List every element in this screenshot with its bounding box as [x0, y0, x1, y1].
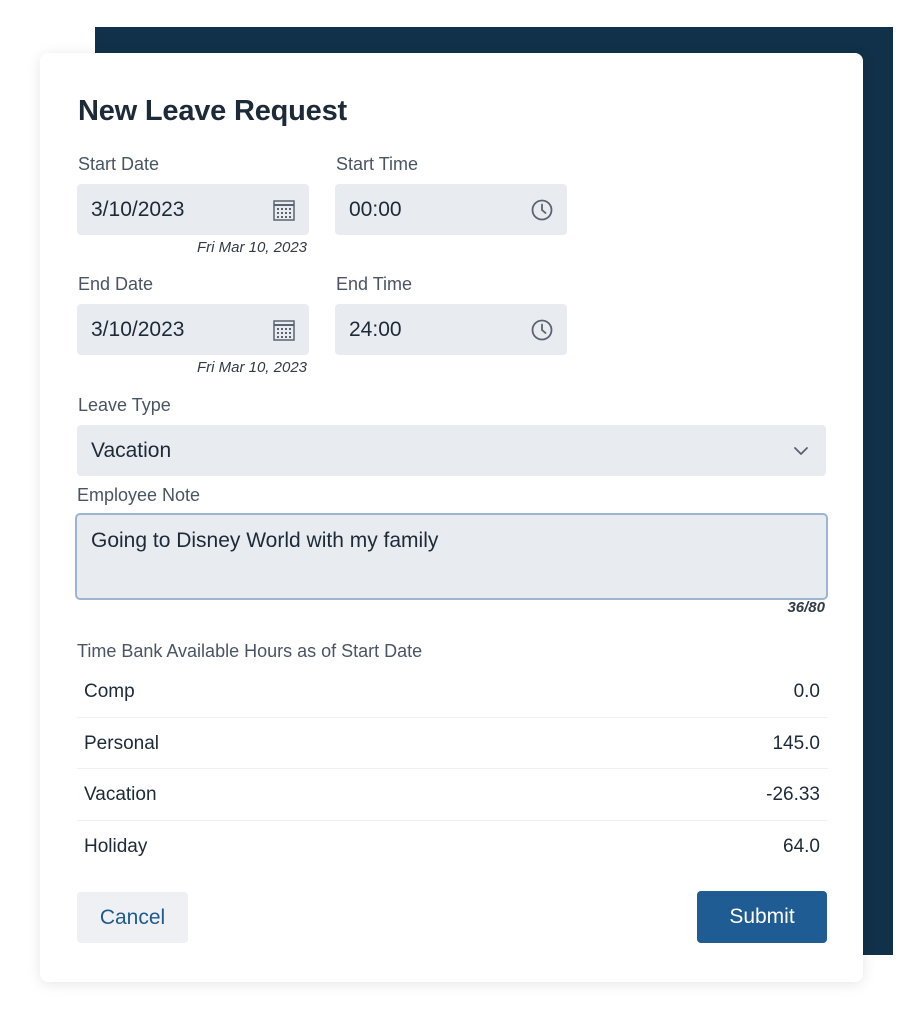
bank-name: Vacation	[84, 784, 157, 805]
submit-button[interactable]: Submit	[697, 891, 827, 943]
start-time-label: Start Time	[336, 154, 419, 174]
start-date-hint: Fri Mar 10, 2023	[196, 239, 307, 256]
bank-name: Comp	[84, 681, 135, 702]
table-row: Holiday 64.0	[77, 821, 828, 873]
calendar-icon[interactable]	[271, 317, 297, 343]
leave-request-dialog: New Leave Request Start Date 3/10/2023 F…	[40, 53, 863, 982]
dialog-title: New Leave Request	[78, 95, 347, 127]
bank-hours: 145.0	[772, 732, 820, 754]
start-time-value: 00:00	[349, 198, 402, 221]
end-time-label: End Time	[336, 274, 413, 294]
table-row: Vacation -26.33	[77, 769, 828, 821]
start-date-field[interactable]: 3/10/2023	[77, 184, 309, 235]
clock-icon[interactable]	[529, 317, 555, 343]
leave-type-value: Vacation	[91, 439, 172, 462]
end-time-value: 24:00	[349, 318, 402, 341]
end-date-label: End Date	[78, 274, 154, 294]
end-date-value: 3/10/2023	[91, 318, 185, 341]
table-row: Personal 145.0	[77, 718, 828, 769]
table-row: Comp 0.0	[77, 666, 828, 718]
bank-hours: -26.33	[766, 784, 820, 805]
character-counter: 36/80	[787, 599, 825, 616]
end-time-field[interactable]: 24:00	[335, 304, 567, 355]
employee-note-value: Going to Disney World with my family	[91, 529, 439, 552]
start-date-label: Start Date	[78, 154, 160, 174]
start-time-field[interactable]: 00:00	[335, 184, 567, 235]
end-date-field[interactable]: 3/10/2023	[77, 304, 309, 355]
bank-hours: 64.0	[783, 835, 820, 857]
employee-note-textarea[interactable]: Going to Disney World with my family	[75, 513, 828, 600]
cancel-button[interactable]: Cancel	[77, 892, 188, 943]
calendar-icon[interactable]	[271, 197, 297, 223]
bank-name: Holiday	[84, 835, 148, 857]
leave-type-select[interactable]: Vacation	[77, 425, 826, 476]
start-date-value: 3/10/2023	[91, 198, 185, 221]
employee-note-label: Employee Note	[77, 485, 201, 505]
chevron-down-icon[interactable]	[788, 438, 814, 464]
clock-icon[interactable]	[529, 197, 555, 223]
time-bank-table: Comp 0.0 Personal 145.0 Vacation -26.33 …	[77, 666, 828, 872]
bank-hours: 0.0	[793, 681, 820, 702]
time-bank-title: Time Bank Available Hours as of Start Da…	[77, 641, 423, 661]
end-date-hint: Fri Mar 10, 2023	[196, 359, 307, 376]
bank-name: Personal	[84, 732, 159, 754]
leave-type-label: Leave Type	[78, 395, 171, 415]
